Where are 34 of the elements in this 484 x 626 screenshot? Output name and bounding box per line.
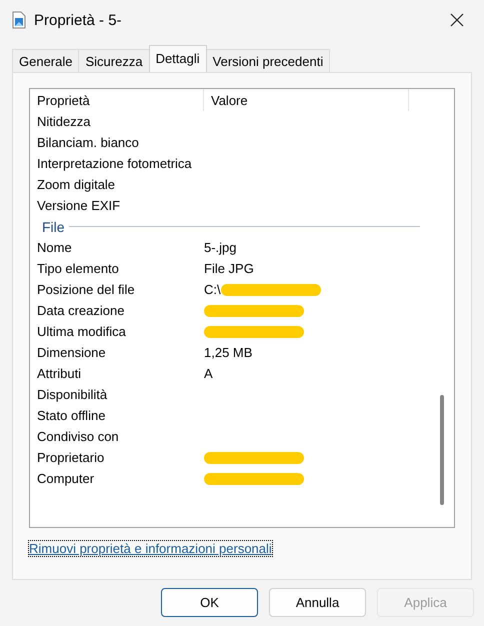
property-name: Bilanciam. bianco (36, 135, 140, 150)
property-name: Proprietario (36, 450, 106, 465)
remove-properties-link[interactable]: Rimuovi proprietà e informazioni personali (29, 541, 272, 556)
scrollbar-thumb[interactable] (440, 395, 444, 505)
tab[interactable]: Versioni precedenti (206, 49, 330, 72)
property-name: Versione EXIF (36, 198, 122, 213)
property-name: Interpretazione fotometrica (36, 156, 193, 171)
dialog-button[interactable]: Annulla (269, 588, 366, 617)
property-name: Data creazione (36, 303, 126, 318)
property-name: Nome (36, 240, 73, 255)
tab[interactable]: Dettagli (148, 45, 207, 72)
window-title: Proprietà - 5- (34, 12, 123, 28)
property-name: Dimensione (36, 345, 107, 360)
property-name: Condiviso con (36, 429, 120, 444)
image-file-icon (12, 11, 26, 29)
property-name: Stato offline (36, 408, 106, 423)
property-value: 1,25 MB (204, 345, 252, 360)
dialog-button[interactable]: OK (161, 588, 258, 617)
column-header[interactable]: Proprietà (30, 89, 204, 111)
property-name: Computer (36, 471, 96, 486)
property-name: Tipo elemento (36, 261, 120, 276)
property-name: Zoom digitale (36, 177, 116, 192)
property-name: Ultima modifica (36, 324, 127, 339)
property-name: Posizione del file (36, 282, 136, 297)
property-value: A (204, 366, 213, 381)
property-value: File JPG (204, 261, 254, 276)
property-value: 5-.jpg (204, 240, 237, 255)
property-value: C:\ (204, 282, 221, 297)
property-name: Nitidezza (36, 114, 92, 129)
tab[interactable]: Generale (12, 49, 80, 72)
column-header[interactable]: Valore (204, 89, 409, 111)
property-name: Disponibilità (36, 387, 108, 402)
section-heading: File (42, 218, 65, 234)
property-name: Attributi (36, 366, 82, 381)
